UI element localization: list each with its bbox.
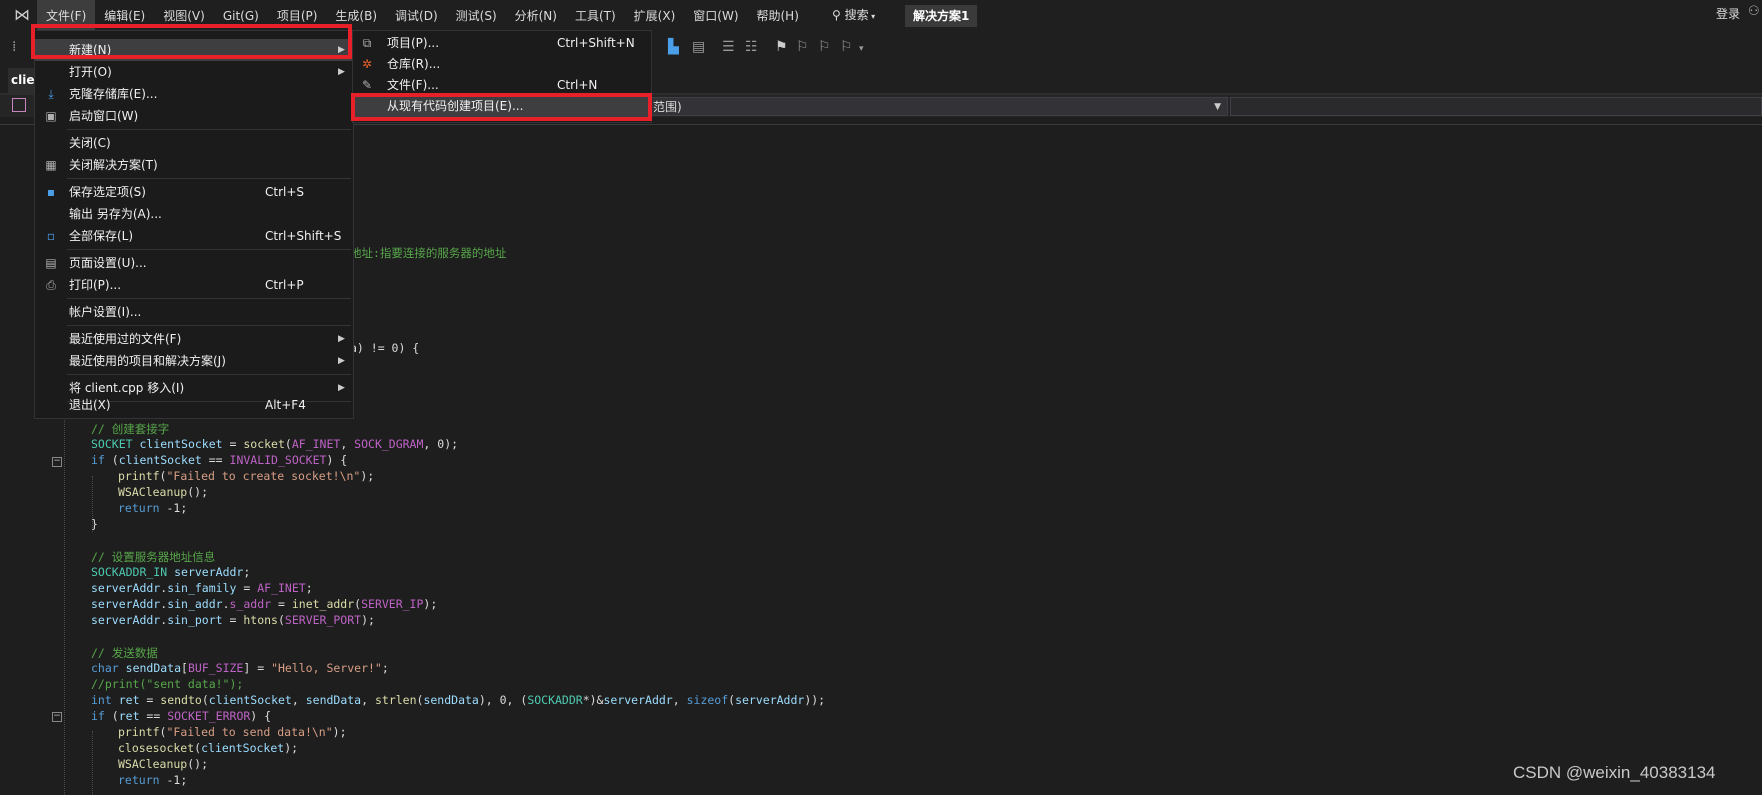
code-comment-fragment: 地址:指要连接的服务器的地址 <box>350 246 507 260</box>
chevron-down-icon: ▾ <box>868 12 876 21</box>
submenu-arrow-icon: ▶ <box>338 356 345 366</box>
menu-separator <box>67 325 351 326</box>
prev-bookmark-icon[interactable]: ⚐ <box>796 39 809 55</box>
page-setup-icon: ▤ <box>45 256 57 270</box>
menu-separator <box>67 298 351 299</box>
menu-debug[interactable]: 调试(D) <box>386 0 447 30</box>
menu-separator <box>67 374 351 375</box>
code-line: return -1; <box>118 773 188 787</box>
new-submenu-item-project[interactable]: ⧉ 项目(P)... Ctrl+Shift+N <box>353 33 651 54</box>
print-icon: ⎙ <box>46 278 56 292</box>
file-menu-item-clone[interactable]: ⤓ 克隆存储库(E)... <box>35 83 353 105</box>
code-line: closesocket(clientSocket); <box>118 741 299 755</box>
code-fragment: a) != 0) { <box>350 341 420 355</box>
search-box[interactable]: ⚲ 搜索 ▾ <box>828 4 875 26</box>
comment-icon[interactable]: ☰ <box>722 39 735 55</box>
code-line: int ret = sendto(clientSocket, sendData,… <box>91 693 826 707</box>
file-menu-item-page-setup[interactable]: ▤ 页面设置(U)... <box>35 252 353 274</box>
fold-toggle[interactable]: − <box>52 457 62 467</box>
menu-test[interactable]: 测试(S) <box>447 0 506 30</box>
menu-window[interactable]: 窗口(W) <box>684 0 747 30</box>
member-dropdown[interactable] <box>1230 97 1762 116</box>
highlight-from-existing-code <box>351 93 652 121</box>
menu-extensions[interactable]: 扩展(X) <box>625 0 685 30</box>
code-line: return -1; <box>118 501 188 515</box>
menu-help[interactable]: 帮助(H) <box>748 0 808 30</box>
code-line: SOCKADDR_IN serverAddr; <box>91 565 251 579</box>
file-menu-item-print[interactable]: ⎙ 打印(P)... Ctrl+P <box>35 274 353 296</box>
highlight-new-menu-item <box>31 24 352 59</box>
code-line: serverAddr.sin_family = AF_INET; <box>91 581 313 595</box>
code-line: if (ret == SOCKET_ERROR) { <box>91 709 272 723</box>
save-icon: ▪ <box>46 185 56 199</box>
close-solution-icon: ▦ <box>45 158 57 172</box>
code-line: serverAddr.sin_port = htons(SERVER_PORT)… <box>91 613 375 627</box>
visual-studio-logo-icon[interactable]: ⋈ <box>10 5 34 25</box>
file-menu-item-start-window[interactable]: ▣ 启动窗口(W) <box>35 105 353 127</box>
file-menu-item-close[interactable]: 关闭(C) <box>35 132 353 154</box>
clear-bookmarks-icon[interactable]: ⚐ <box>840 39 853 55</box>
uncomment-icon[interactable]: ☷ <box>745 39 758 55</box>
menu-analyze[interactable]: 分析(N) <box>506 0 566 30</box>
file-menu-item-account-settings[interactable]: 帐户设置(I)... <box>35 301 353 323</box>
code-comment: // 发送数据 <box>91 646 158 660</box>
start-window-icon: ▣ <box>45 109 57 123</box>
set-breakpoint-icon[interactable]: ▙ <box>668 39 679 55</box>
menu-separator <box>67 249 351 250</box>
fold-toggle[interactable]: − <box>52 712 62 722</box>
new-submenu-item-repository[interactable]: ✲ 仓库(R)... <box>353 54 651 75</box>
watermark: CSDN @weixin_40383134 <box>1513 763 1716 782</box>
code-line: SOCKET clientSocket = socket(AF_INET, SO… <box>91 437 459 451</box>
code-comment: // 设置服务器地址信息 <box>91 550 216 564</box>
scope-dropdown[interactable]: 局范围) ▼ <box>630 97 1228 116</box>
search-icon: ⚲ <box>832 8 845 22</box>
code-line: serverAddr.sin_addr.s_addr = inet_addr(S… <box>91 597 438 611</box>
file-menu-item-close-solution[interactable]: ▦ 关闭解决方案(T) <box>35 154 353 176</box>
code-line: } <box>91 517 98 531</box>
code-line: printf("Failed to send data!\n"); <box>118 725 347 739</box>
account-icon[interactable]: ⚇ <box>1748 4 1760 19</box>
code-line: WSACleanup(); <box>118 485 209 499</box>
code-comment: // 创建套接字 <box>91 422 170 436</box>
menu-separator <box>67 178 351 179</box>
file-menu-item-save-selected[interactable]: ▪ 保存选定项(S) Ctrl+S <box>35 181 353 203</box>
login-link[interactable]: 登录 <box>1716 3 1740 25</box>
project-icon <box>12 98 26 112</box>
file-menu-item-save-as[interactable]: 输出 另存为(A)... <box>35 203 353 225</box>
code-line: printf("Failed to create socket!\n"); <box>118 469 375 483</box>
file-menu-item-open[interactable]: 打开(O) ▶ <box>35 61 353 83</box>
menu-separator <box>67 129 351 130</box>
code-line: char sendData[BUF_SIZE] = "Hello, Server… <box>91 661 389 675</box>
toolbar-overflow-icon[interactable]: ▾ <box>859 44 864 54</box>
indent-guide <box>92 731 93 795</box>
indent-icon[interactable]: ▤ <box>692 39 705 55</box>
toolbar-grip-icon: ⁞ <box>12 39 17 55</box>
chevron-down-icon: ▼ <box>1214 102 1221 112</box>
search-label: 搜索 <box>844 8 869 22</box>
file-menu-item-recent-projects[interactable]: 最近使用的项目和解决方案(J) ▶ <box>35 350 353 372</box>
file-menu-item-exit[interactable]: 退出(X) Alt+F4 <box>35 394 353 416</box>
repository-icon: ✲ <box>361 57 373 71</box>
code-line: WSACleanup(); <box>118 757 209 771</box>
submenu-arrow-icon: ▶ <box>338 334 345 344</box>
submenu-arrow-icon: ▶ <box>338 67 345 77</box>
solution-name-badge[interactable]: 解决方案1 <box>905 5 978 27</box>
bookmark-icon[interactable]: ⚑ <box>775 39 788 55</box>
save-all-icon: ▫ <box>46 229 56 243</box>
file-menu-dropdown: 新建(N) ▶ 打开(O) ▶ ⤓ 克隆存储库(E)... ▣ 启动窗口(W) … <box>34 30 354 419</box>
code-line: if (clientSocket == INVALID_SOCKET) { <box>91 453 348 467</box>
file-menu-item-save-all[interactable]: ▫ 全部保存(L) Ctrl+Shift+S <box>35 225 353 247</box>
new-project-icon: ⧉ <box>362 36 372 50</box>
next-bookmark-icon[interactable]: ⚐ <box>818 39 831 55</box>
file-menu-item-recent-files[interactable]: 最近使用过的文件(F) ▶ <box>35 328 353 350</box>
clone-icon: ⤓ <box>48 87 54 101</box>
menu-tools[interactable]: 工具(T) <box>566 0 625 30</box>
code-comment: //print("sent data!"); <box>91 677 244 691</box>
